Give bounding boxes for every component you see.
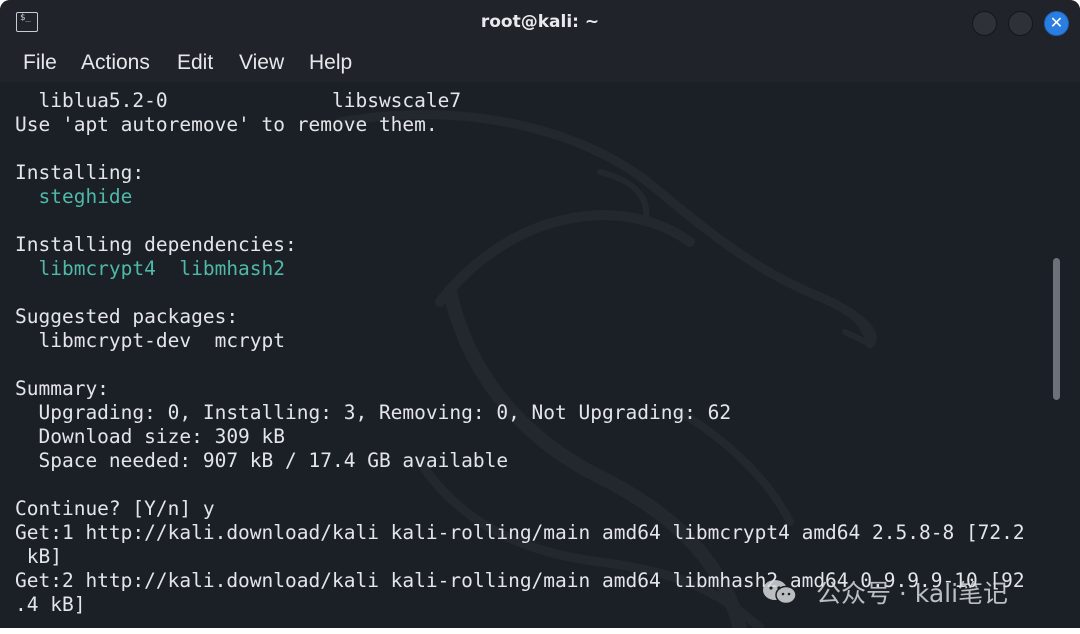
terminal-line: libmcrypt4 libmhash2 bbox=[15, 257, 286, 280]
scrollbar-thumb[interactable] bbox=[1053, 258, 1060, 400]
terminal-line: Installing dependencies: bbox=[15, 233, 297, 256]
close-button[interactable]: ✕ bbox=[1044, 11, 1069, 36]
maximize-button[interactable] bbox=[1008, 11, 1033, 36]
terminal-line: Suggested packages: bbox=[15, 305, 239, 328]
bottom-border bbox=[0, 628, 1080, 634]
watermark-text: 公众号 · kali笔记 bbox=[815, 579, 1009, 608]
menu-edit[interactable]: Edit bbox=[177, 51, 213, 75]
window-title: root@kali: ~ bbox=[480, 12, 600, 32]
wechat-logo-icon bbox=[763, 580, 797, 605]
terminal-line: Upgrading: 0, Installing: 3, Removing: 0… bbox=[15, 401, 732, 424]
wechat-watermark: 公众号 · kali笔记 bbox=[760, 574, 1008, 610]
terminal-line: Get:1 http://kali.download/kali kali-rol… bbox=[15, 521, 1025, 544]
terminal-output[interactable]: liblua5.2-0 libswscale7 Use 'apt autorem… bbox=[0, 82, 1080, 628]
menu-file[interactable]: File bbox=[23, 51, 57, 75]
terminal-line: steghide bbox=[15, 185, 133, 208]
menu-bar: File Actions Edit View Help bbox=[0, 46, 1080, 82]
terminal-window: $_ root@kali: ~ ✕ File Actions Edit View… bbox=[0, 0, 1080, 628]
terminal-line: Use 'apt autoremove' to remove them. bbox=[15, 113, 438, 136]
terminal-line: kB] bbox=[15, 545, 62, 568]
terminal-line: Installing: bbox=[15, 161, 145, 184]
menu-actions[interactable]: Actions bbox=[81, 51, 150, 75]
terminal-line: liblua5.2-0 libswscale7 bbox=[15, 89, 462, 112]
menu-view[interactable]: View bbox=[239, 51, 284, 75]
title-bar[interactable]: $_ root@kali: ~ ✕ bbox=[0, 0, 1080, 46]
terminal-line: libmcrypt-dev mcrypt bbox=[15, 329, 286, 352]
terminal-line: Space needed: 907 kB / 17.4 GB available bbox=[15, 449, 509, 472]
minimize-button[interactable] bbox=[972, 11, 997, 36]
terminal-line: .4 kB] bbox=[15, 593, 86, 616]
terminal-line: Summary: bbox=[15, 377, 109, 400]
kali-dragon-watermark-icon bbox=[335, 110, 877, 628]
terminal-line: Continue? [Y/n] y bbox=[15, 497, 215, 520]
terminal-line: Download size: 309 kB bbox=[15, 425, 286, 448]
menu-help[interactable]: Help bbox=[309, 51, 352, 75]
close-icon: ✕ bbox=[1049, 13, 1064, 32]
